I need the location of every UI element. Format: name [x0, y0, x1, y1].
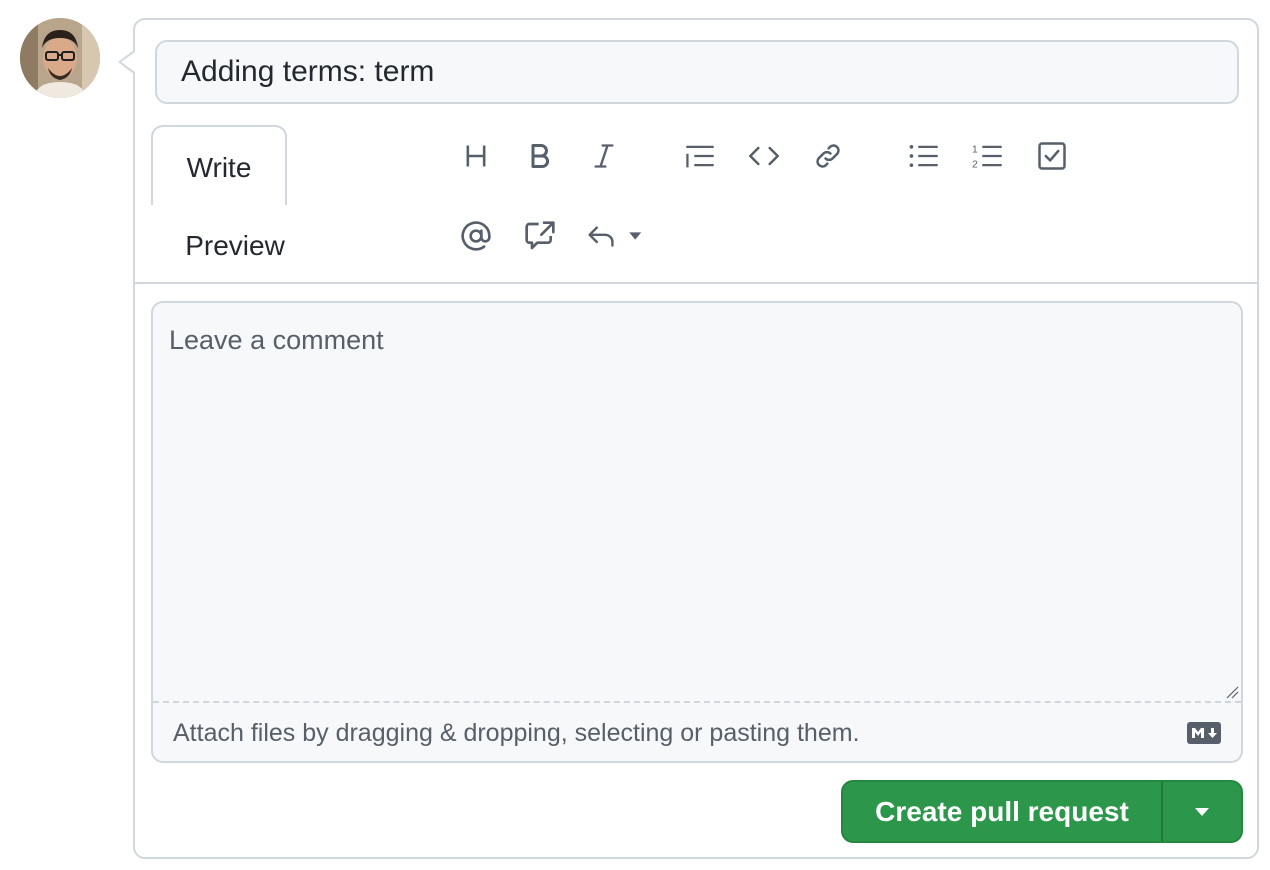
- mention-icon: [461, 221, 491, 251]
- cross-reference-button[interactable]: [518, 214, 562, 258]
- title-input[interactable]: [155, 40, 1239, 104]
- link-icon: [816, 144, 840, 168]
- italic-button[interactable]: [582, 134, 626, 178]
- pull-request-form: Write Preview: [133, 18, 1259, 859]
- create-pull-request-button[interactable]: Create pull request: [843, 782, 1161, 841]
- tab-divider: [135, 282, 1257, 284]
- svg-text:2: 2: [972, 159, 978, 170]
- create-pull-request-label: Create pull request: [875, 795, 1129, 827]
- svg-text:1: 1: [972, 145, 978, 156]
- caret-down-icon: [1195, 807, 1209, 816]
- heading-button[interactable]: [454, 134, 498, 178]
- ordered-list-button[interactable]: 1 2: [966, 134, 1010, 178]
- user-avatar[interactable]: [20, 18, 100, 98]
- bold-icon: [531, 143, 550, 169]
- create-pr-button-group: Create pull request: [841, 780, 1243, 843]
- code-button[interactable]: [742, 134, 786, 178]
- tab-preview[interactable]: Preview: [151, 210, 319, 282]
- avatar-image: [20, 18, 100, 98]
- code-icon: [749, 146, 779, 166]
- comment-box: Attach files by dragging & dropping, sel…: [151, 301, 1243, 763]
- comment-textarea[interactable]: [153, 303, 1241, 701]
- tab-preview-label: Preview: [185, 230, 285, 261]
- markdown-icon[interactable]: [1187, 722, 1221, 744]
- italic-icon: [594, 144, 614, 168]
- bold-button[interactable]: [518, 134, 562, 178]
- resize-handle-icon[interactable]: [1223, 683, 1239, 699]
- ordered-list-icon: 1 2: [972, 145, 1002, 170]
- saved-replies-button[interactable]: [584, 214, 648, 258]
- attach-hint: Attach files by dragging & dropping, sel…: [173, 718, 860, 747]
- create-pr-options-button[interactable]: [1163, 782, 1241, 841]
- heading-icon: [466, 145, 486, 167]
- card-pointer-inner: [121, 52, 135, 72]
- file-attachment-bar[interactable]: Attach files by dragging & dropping, sel…: [153, 701, 1241, 761]
- tab-write-label: Write: [186, 152, 252, 183]
- mention-button[interactable]: [454, 214, 498, 258]
- link-button[interactable]: [806, 134, 850, 178]
- task-list-button[interactable]: [1030, 134, 1074, 178]
- unordered-list-button[interactable]: [902, 134, 946, 178]
- unordered-list-icon: [909, 145, 938, 167]
- saved-replies-icon: [588, 226, 642, 247]
- tab-write[interactable]: Write: [151, 125, 287, 205]
- task-list-icon: [1038, 142, 1066, 170]
- quote-icon: [686, 145, 714, 168]
- quote-button[interactable]: [678, 134, 722, 178]
- cross-reference-icon: [525, 221, 555, 250]
